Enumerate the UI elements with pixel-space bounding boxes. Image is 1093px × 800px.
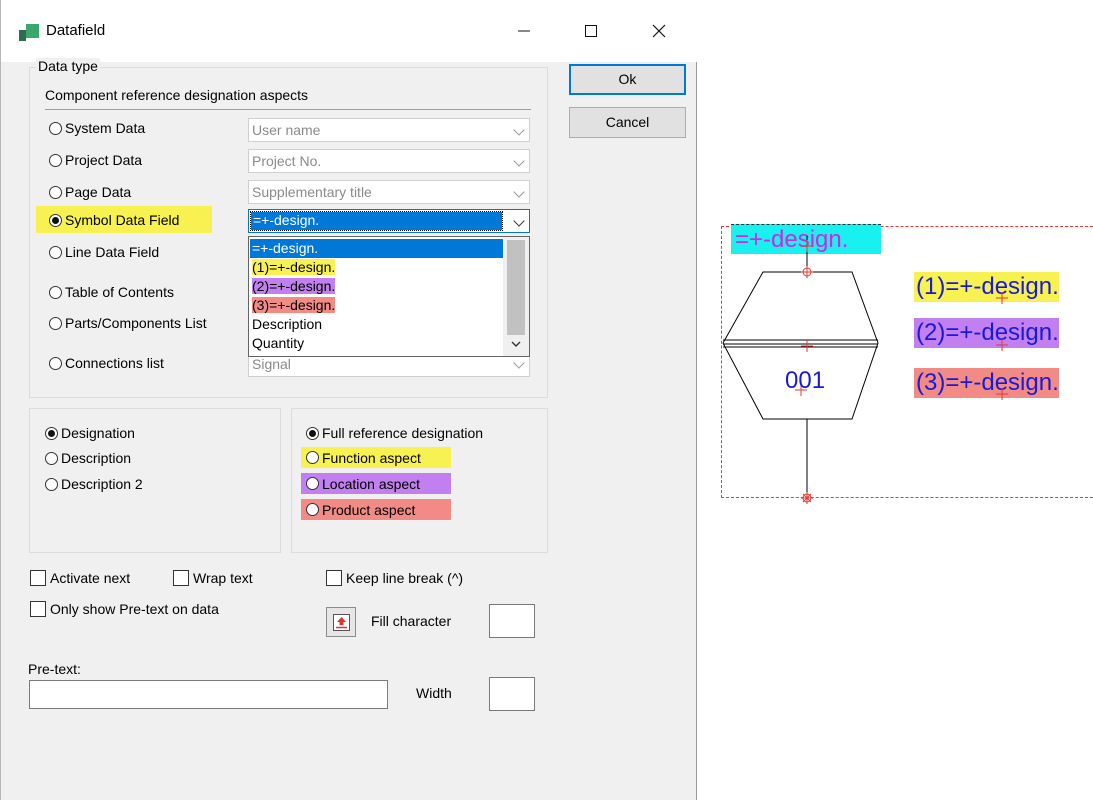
radio-full-reference-designation[interactable]: Full reference designation	[306, 425, 483, 441]
radio-dot	[306, 503, 319, 516]
radio-line-data-field[interactable]: Line Data Field	[49, 244, 159, 260]
chevron-down-icon	[513, 155, 525, 167]
radio-dot	[306, 451, 319, 464]
symbol-dropdown-list[interactable]: =+-design. (1)=+-design. (2)=+-design. (…	[248, 236, 530, 357]
dropdown-item-location[interactable]: (2)=+-design.	[250, 277, 503, 296]
system-data-combo[interactable]: User name	[248, 118, 530, 142]
fill-character-input[interactable]	[489, 604, 535, 638]
radio-parts-components-list[interactable]: Parts/Components List	[49, 315, 207, 331]
radio-dot	[306, 477, 319, 490]
scroll-down-icon[interactable]	[510, 338, 522, 350]
radio-description[interactable]: Description	[45, 450, 131, 466]
canvas-label-function: (1)=+-design.	[914, 272, 1059, 302]
canvas-label-location: (2)=+-design.	[914, 318, 1059, 348]
minimize-icon	[518, 30, 530, 32]
radio-product-aspect[interactable]: Product aspect	[301, 499, 451, 520]
radio-dot	[49, 285, 62, 299]
chevron-down-icon	[513, 215, 525, 227]
chevron-down-icon	[513, 124, 525, 136]
radio-symbol-data-field[interactable]: Symbol Data Field	[49, 212, 179, 228]
radio-designation[interactable]: Designation	[45, 425, 135, 441]
datafield-dialog: Datafield Data type Component reference …	[0, 0, 697, 800]
scrollbar-thumb[interactable]	[507, 240, 525, 335]
symbol-combo-selected-text: =+-design.	[250, 211, 503, 231]
fill-character-button[interactable]	[326, 607, 356, 637]
window-title: Datafield	[46, 22, 106, 39]
page-data-combo[interactable]: Supplementary title	[248, 180, 530, 204]
only-show-pretext-checkbox[interactable]: Only show Pre-text on data	[30, 601, 219, 617]
dropdown-item-description[interactable]: Description	[250, 315, 503, 334]
width-input[interactable]	[489, 677, 535, 711]
radio-dot-checked	[49, 213, 62, 227]
radio-project-data[interactable]: Project Data	[49, 152, 142, 168]
label-origin-markers	[996, 292, 1008, 400]
radio-dot	[49, 153, 62, 167]
maximize-button[interactable]	[568, 8, 614, 54]
checkbox-box	[30, 601, 46, 617]
ok-button[interactable]: Ok	[569, 64, 686, 95]
canvas-label-product: (3)=+-design.	[914, 368, 1059, 398]
pretext-input[interactable]	[29, 680, 388, 709]
pretext-label: Pre-text:	[28, 661, 81, 677]
radio-dot-checked	[45, 426, 58, 440]
radio-dot	[45, 477, 58, 491]
radio-description-2[interactable]: Description 2	[45, 476, 143, 492]
radio-function-aspect[interactable]: Function aspect	[301, 447, 451, 468]
checkbox-box	[30, 570, 46, 586]
checkbox-box	[326, 570, 342, 586]
data-type-group-title: Data type	[36, 58, 100, 74]
maximize-icon	[585, 25, 597, 37]
dropdown-item-function[interactable]: (1)=+-design.	[250, 258, 503, 277]
cancel-button[interactable]: Cancel	[569, 107, 686, 138]
radio-dot-checked	[306, 426, 319, 440]
chevron-down-icon	[513, 357, 525, 369]
radio-dot	[49, 121, 62, 135]
dropdown-item-selected[interactable]: =+-design.	[250, 239, 503, 258]
width-label: Width	[416, 685, 452, 701]
symbol-data-combo[interactable]: =+-design.	[248, 209, 530, 233]
radio-connections-list[interactable]: Connections list	[49, 355, 164, 371]
radio-table-of-contents[interactable]: Table of Contents	[49, 284, 174, 300]
fill-character-icon	[333, 614, 350, 631]
aspects-subtitle: Component reference designation aspects	[45, 87, 309, 103]
close-icon	[652, 24, 666, 38]
minimize-button[interactable]	[501, 8, 547, 54]
radio-dot	[49, 316, 62, 330]
radio-location-aspect[interactable]: Location aspect	[301, 473, 451, 494]
app-icon	[19, 24, 39, 41]
checkbox-box	[173, 570, 189, 586]
dropdown-scrollbar[interactable]	[503, 237, 529, 356]
title-bar[interactable]: Datafield	[1, 0, 697, 62]
dropdown-item-product[interactable]: (3)=+-design.	[250, 296, 503, 315]
chevron-down-icon	[513, 186, 525, 198]
project-data-combo[interactable]: Project No.	[248, 149, 530, 173]
close-button[interactable]	[636, 8, 682, 54]
fill-character-label: Fill character	[371, 613, 452, 629]
subtitle-separator	[45, 109, 531, 110]
keep-line-break-checkbox[interactable]: Keep line break (^)	[326, 570, 463, 586]
radio-dot	[49, 356, 62, 370]
activate-next-checkbox[interactable]: Activate next	[30, 570, 130, 586]
symbol-number: 001	[785, 367, 826, 394]
radio-dot	[45, 451, 58, 465]
connections-combo[interactable]: Signal	[248, 355, 530, 377]
radio-system-data[interactable]: System Data	[49, 120, 145, 136]
radio-dot	[49, 185, 62, 199]
radio-page-data[interactable]: Page Data	[49, 184, 131, 200]
dropdown-item-quantity[interactable]: Quantity	[250, 334, 503, 353]
wrap-text-checkbox[interactable]: Wrap text	[173, 570, 253, 586]
radio-dot	[49, 245, 62, 259]
